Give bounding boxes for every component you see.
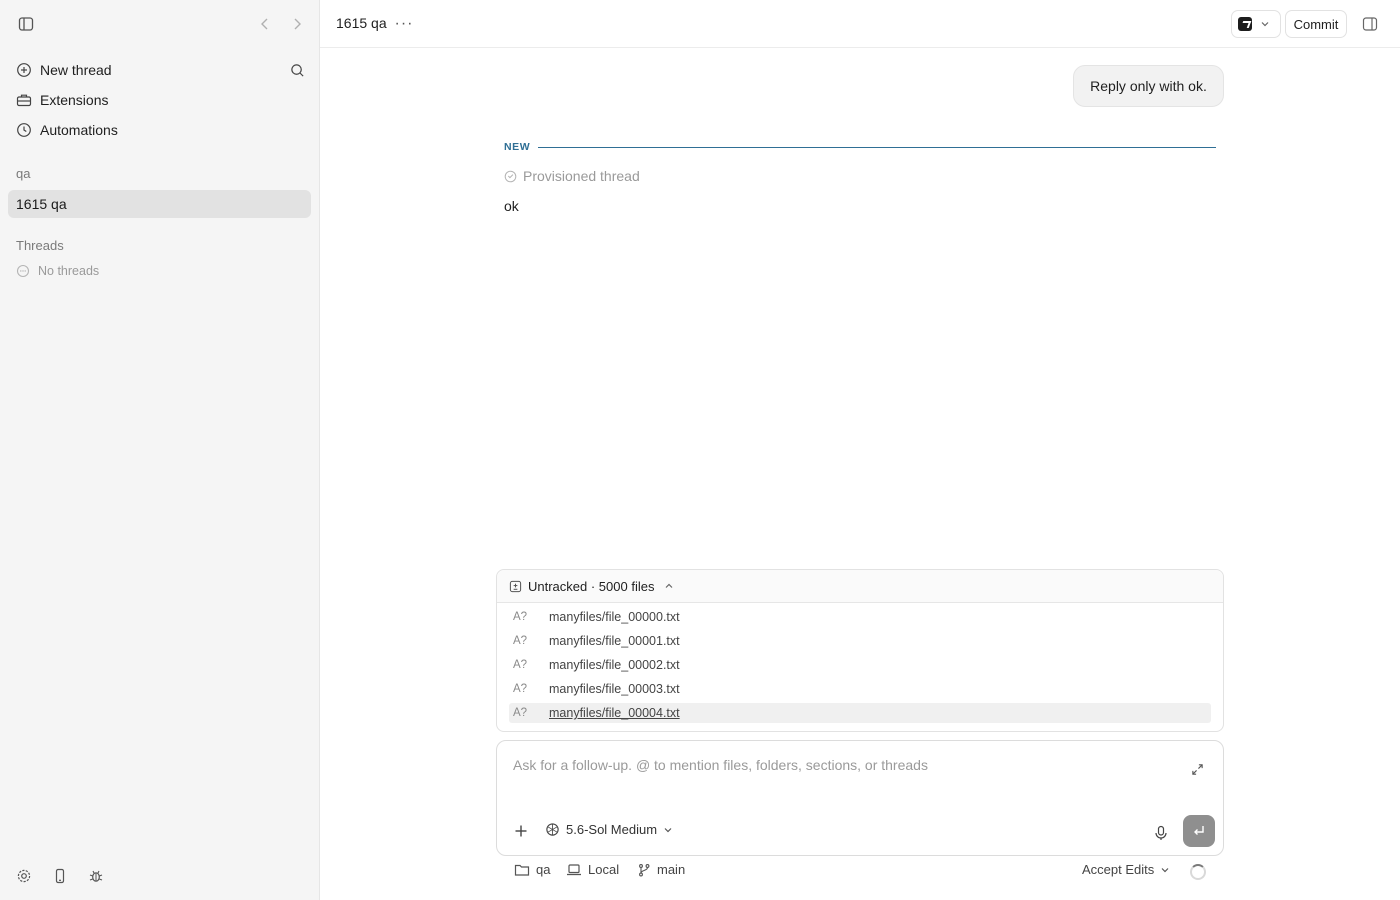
send-button[interactable] [1183,815,1215,847]
new-messages-divider: NEW [504,140,1216,154]
more-options-icon[interactable]: ··· [392,12,416,36]
edit-mode-selector[interactable]: Accept Edits [1082,862,1170,877]
branch-label: main [657,862,686,877]
chevron-down-icon [1261,22,1269,27]
app-logo-icon [1238,17,1252,31]
sidebar-item-project[interactable]: 1615 qa [8,190,311,218]
folder-selector[interactable]: qa [514,862,550,877]
edit-mode-label: Accept Edits [1082,862,1155,877]
git-branch-icon [639,863,650,876]
main-panel: 1615 qa ··· Commit Reply only with ok. N… [320,0,1400,900]
file-row[interactable]: A? manyfiles/file_00002.txt [509,655,1211,675]
return-arrow-icon [1194,826,1204,835]
environment-selector[interactable]: Local [566,862,619,877]
no-threads-label: No threads [38,264,100,278]
extensions-label: Extensions [40,92,109,108]
extensions-button[interactable]: Extensions [8,86,311,114]
no-threads-placeholder: No threads [16,264,99,278]
file-name: manyfiles/file_00000.txt [549,610,680,624]
toolbox-icon [16,94,32,107]
mobile-device-icon[interactable] [48,864,72,888]
provisioned-thread-status: Provisioned thread [504,168,640,184]
plus-circle-icon [17,63,31,77]
untracked-files-header[interactable]: Untracked · 5000 files [497,570,1223,603]
file-row[interactable]: A? manyfiles/file_00000.txt [509,607,1211,627]
threads-section-label: Threads [16,238,64,253]
loading-spinner-icon [1190,864,1206,880]
file-name: manyfiles/file_00002.txt [549,658,680,672]
file-row[interactable]: A? manyfiles/file_00001.txt [509,631,1211,651]
assistant-reply: ok [504,198,519,214]
chevron-down-icon [664,827,672,832]
model-label: 5.6-Sol Medium [566,822,658,837]
model-selector[interactable]: 5.6-Sol Medium [545,822,673,837]
automations-button[interactable]: Automations [8,116,311,144]
chevron-up-icon [666,583,673,588]
bug-icon[interactable] [84,864,108,888]
commit-button[interactable]: Commit [1285,10,1347,38]
file-name: manyfiles/file_00001.txt [549,634,680,648]
environment-label: Local [588,862,620,877]
back-icon[interactable] [253,12,277,36]
folder-label: qa [536,862,551,877]
project-section-label: qa [16,166,31,181]
divider-line [538,146,1216,148]
file-status: A? [513,683,528,695]
untracked-files-title: Untracked · 5000 files [528,578,655,594]
open-in-app-dropdown[interactable] [1231,10,1281,38]
search-icon[interactable] [285,58,309,82]
file-status: A? [513,611,528,623]
new-label: NEW [504,141,531,153]
toggle-right-panel-icon[interactable] [1358,12,1382,36]
app-window: New thread Extensions Automations qa 161… [0,0,1400,900]
microphone-icon[interactable] [1149,821,1173,845]
main-header: 1615 qa ··· Commit [320,0,1400,48]
toggle-sidebar-icon[interactable] [14,12,38,36]
clock-icon [17,123,31,137]
page-title: 1615 qa [336,15,387,31]
new-thread-button[interactable]: New thread [8,56,311,84]
empty-thread-icon [16,264,30,278]
sidebar-toolbar [0,0,320,48]
laptop-icon [567,863,581,875]
folder-icon [514,864,530,876]
provisioned-icon [504,170,517,182]
file-status: A? [513,635,528,647]
file-name: manyfiles/file_00004.txt [549,706,680,720]
branch-selector[interactable]: main [637,862,685,877]
file-diff-icon [509,580,522,592]
expand-icon[interactable] [1185,757,1209,781]
status-bar: qa Local main Accept Edits [496,862,1224,882]
chevron-down-icon [1161,867,1169,872]
user-message-bubble: Reply only with ok. [1073,65,1224,107]
composer-input[interactable]: Ask for a follow-up. @ to mention files,… [513,757,928,773]
sidebar-footer [0,852,320,900]
file-name: manyfiles/file_00003.txt [549,682,680,696]
settings-gear-icon[interactable] [12,864,36,888]
untracked-files-panel: Untracked · 5000 files A? manyfiles/file… [496,569,1224,732]
file-status: A? [513,659,528,671]
new-thread-label: New thread [40,62,112,78]
message-composer[interactable]: Ask for a follow-up. @ to mention files,… [496,740,1224,856]
add-attachment-icon[interactable] [511,821,531,841]
forward-icon[interactable] [285,12,309,36]
file-row[interactable]: A? manyfiles/file_00003.txt [509,679,1211,699]
file-row-hovered[interactable]: A? manyfiles/file_00004.txt [509,703,1211,723]
file-status: A? [513,707,528,719]
provisioned-label: Provisioned thread [523,168,640,184]
automations-label: Automations [40,122,118,138]
sidebar: New thread Extensions Automations qa 161… [0,0,320,900]
model-logo-icon [546,823,559,836]
